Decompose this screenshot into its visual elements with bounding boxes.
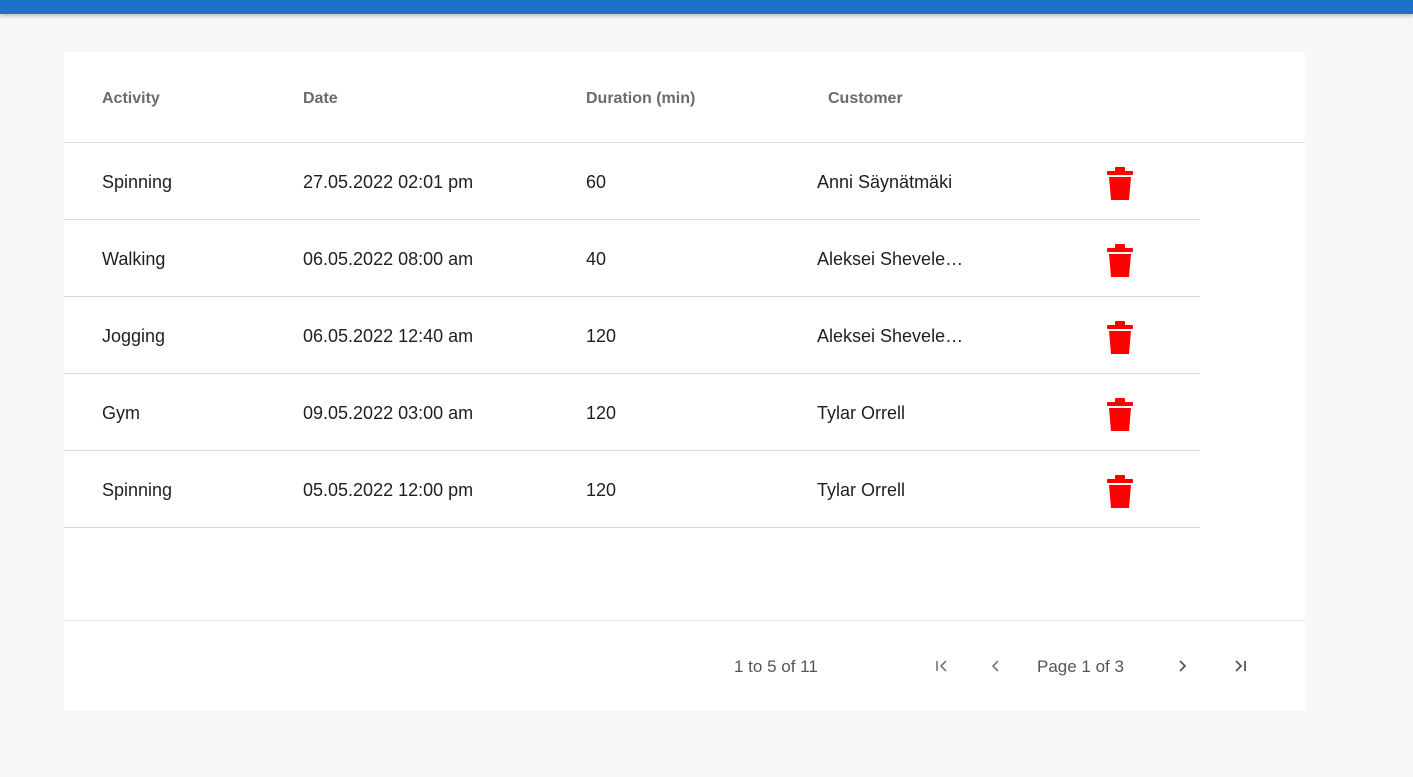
cell-customer: Anni Säynätmäki <box>817 172 953 192</box>
table-row: Walking 06.05.2022 08:00 am 40 Aleksei S… <box>64 220 1200 297</box>
trash-icon[interactable] <box>1107 321 1133 354</box>
pagination-panel: 1 to 5 of 11 Page 1 of 3 <box>64 620 1305 711</box>
top-app-bar <box>0 0 1413 14</box>
trash-icon[interactable] <box>1107 475 1133 508</box>
cell-date: 27.05.2022 02:01 pm <box>303 172 474 192</box>
cell-date: 06.05.2022 12:40 am <box>303 326 474 346</box>
cell-activity: Spinning <box>102 172 173 192</box>
training-grid: Activity Date Duration (min) Customer Sp… <box>64 52 1305 711</box>
last-page-icon[interactable] <box>1228 654 1252 678</box>
table-row: Gym 09.05.2022 03:00 am 120 Tylar Orrell <box>64 374 1200 451</box>
cell-customer: Tylar Orrell <box>817 480 906 500</box>
trash-icon[interactable] <box>1107 398 1133 431</box>
column-header-customer[interactable]: Customer <box>828 90 903 108</box>
grid-header-row: Activity Date Duration (min) Customer <box>64 52 1305 143</box>
table-row: Spinning 27.05.2022 02:01 pm 60 Anni Säy… <box>64 143 1200 220</box>
table-row: Jogging 06.05.2022 12:40 am 120 Aleksei … <box>64 297 1200 374</box>
cell-activity: Walking <box>102 249 166 269</box>
cell-date: 06.05.2022 08:00 am <box>303 249 474 269</box>
trash-icon[interactable] <box>1107 167 1133 200</box>
table-row: Spinning 05.05.2022 12:00 pm 120 Tylar O… <box>64 451 1200 528</box>
cell-activity: Gym <box>102 403 140 423</box>
cell-activity: Jogging <box>102 326 166 346</box>
cell-duration: 120 <box>586 403 617 423</box>
cell-customer: Aleksei Shevele… <box>817 326 964 346</box>
column-header-date[interactable]: Date <box>303 90 338 108</box>
cell-duration: 40 <box>586 249 607 269</box>
trash-icon[interactable] <box>1107 244 1133 277</box>
chevron-right-icon[interactable] <box>1170 654 1194 678</box>
cell-customer: Tylar Orrell <box>817 403 906 423</box>
column-header-activity[interactable]: Activity <box>102 90 160 108</box>
cell-duration: 120 <box>586 480 617 500</box>
cell-duration: 60 <box>586 172 607 192</box>
first-page-icon[interactable] <box>930 654 954 678</box>
cell-activity: Spinning <box>102 480 173 500</box>
page-indicator: Page 1 of 3 <box>1037 657 1124 676</box>
cell-customer: Aleksei Shevele… <box>817 249 964 269</box>
chevron-left-icon[interactable] <box>984 654 1008 678</box>
pagination-summary: 1 to 5 of 11 <box>734 657 818 676</box>
cell-date: 05.05.2022 12:00 pm <box>303 480 474 500</box>
cell-duration: 120 <box>586 326 617 346</box>
column-header-duration[interactable]: Duration (min) <box>586 90 695 108</box>
cell-date: 09.05.2022 03:00 am <box>303 403 474 423</box>
